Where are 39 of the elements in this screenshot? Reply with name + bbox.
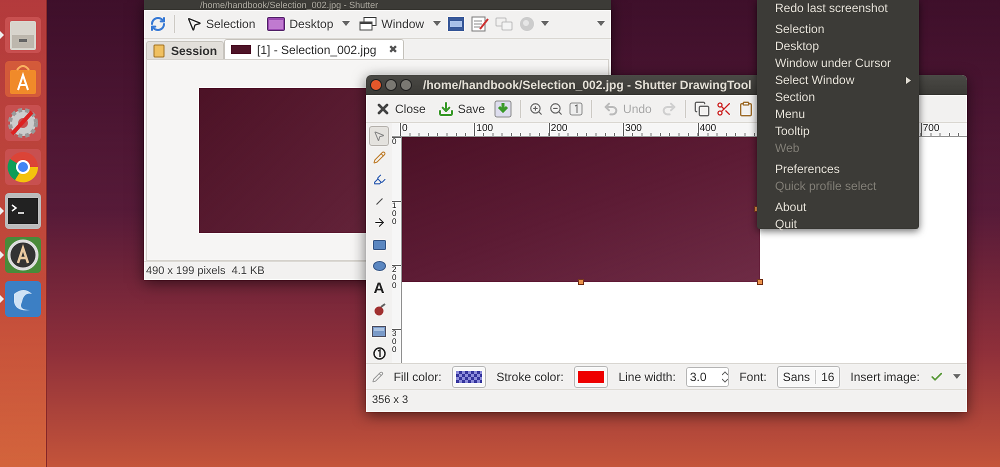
ruler-label: 100 xyxy=(392,202,398,226)
ruler-label: 700 xyxy=(922,123,940,134)
menu-item[interactable]: About xyxy=(757,199,919,216)
menu-item[interactable]: Preferences xyxy=(757,161,919,178)
line-width-spinner[interactable]: 3.0 xyxy=(686,366,730,386)
menu-item[interactable]: Section xyxy=(757,89,919,106)
ruler-label: 300 xyxy=(625,123,642,134)
font-label: Font: xyxy=(739,370,767,384)
window-title: /home/handbook/Selection_002.jpg - Shutter DrawingTool xyxy=(423,78,752,92)
ruler-label: 0 xyxy=(392,138,398,146)
line-width-label: Line width: xyxy=(618,370,676,384)
ruler-label: 0 xyxy=(402,123,408,134)
window-title: /home/handbook/Selection_002.jpg - Shutter xyxy=(144,0,611,10)
stroke-color-label: Stroke color: xyxy=(496,370,564,384)
menu-item[interactable]: Tooltip xyxy=(757,123,919,140)
fill-color-label: Fill color: xyxy=(394,370,442,384)
close-tab-button[interactable]: ✖ xyxy=(388,43,398,56)
ruler-label: 100 xyxy=(476,123,494,134)
save-button[interactable]: Save xyxy=(434,98,488,118)
insert-image-label: Insert image: xyxy=(850,370,920,384)
ruler-label: 300 xyxy=(392,330,398,354)
ruler-label: 400 xyxy=(700,123,716,134)
menu-item[interactable]: Window under Cursor xyxy=(757,55,919,72)
menu-item[interactable]: Redo last screenshot xyxy=(757,0,919,17)
menu-item[interactable]: Desktop xyxy=(757,38,919,55)
menu-item[interactable]: Quit xyxy=(757,216,919,233)
tab[interactable]: Session xyxy=(146,41,224,59)
close-button[interactable]: Close xyxy=(372,98,429,118)
status-text: 356 x 3 xyxy=(366,389,967,412)
tab[interactable]: [1] - Selection_002.jpg ✖ xyxy=(224,39,404,59)
menu-item[interactable]: Menu xyxy=(757,106,919,123)
font-button[interactable]: Sans 16 xyxy=(776,366,840,388)
menu-item[interactable]: Selection xyxy=(757,21,919,38)
selection-button[interactable]: Selection xyxy=(183,14,258,34)
menu-item[interactable]: Select Window xyxy=(757,72,919,89)
window-button[interactable]: Window xyxy=(356,15,428,33)
ruler-label: 200 xyxy=(550,123,568,134)
text-tool[interactable]: A xyxy=(369,278,389,298)
desktop-button[interactable]: Desktop xyxy=(264,15,336,33)
